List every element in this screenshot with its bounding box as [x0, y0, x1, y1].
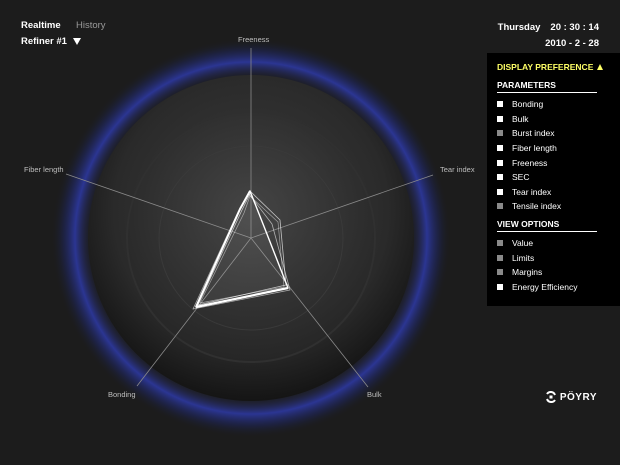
option-label: Margins [512, 267, 543, 278]
option-label: Limits [512, 252, 535, 263]
poyry-logo-icon [545, 391, 556, 403]
option-label: Tensile index [512, 201, 562, 212]
triangle-up-icon [597, 64, 604, 70]
option-label: Bulk [512, 113, 529, 124]
option-label: Fiber length [512, 143, 557, 154]
axis-label-fiber-length: Fiber length [24, 165, 64, 174]
checkbox-icon[interactable] [497, 269, 503, 276]
view-options-heading: VIEW OPTIONS [497, 219, 597, 232]
day-label: Thursday [497, 22, 541, 33]
axis-label-freeness: Freeness [238, 35, 270, 44]
parameter-option-burst-index[interactable]: Burst index [497, 126, 610, 141]
checkbox-icon[interactable] [497, 130, 503, 137]
option-label: Burst index [512, 128, 555, 139]
view-options-list: Value Limits Margins Energy Efficiency [497, 236, 610, 294]
display-preference-toggle[interactable]: DISPLAY PREFERENCE [497, 62, 610, 72]
parameter-option-sec[interactable]: SEC [497, 170, 610, 185]
checkbox-icon[interactable] [497, 283, 503, 290]
triangle-down-icon [72, 38, 81, 45]
parameter-option-freeness[interactable]: Freeness [497, 155, 610, 170]
option-label: Bonding [512, 99, 544, 110]
parameters-heading: PARAMETERS [497, 80, 597, 93]
display-preference-panel: DISPLAY PREFERENCE PARAMETERS Bonding Bul… [487, 53, 620, 306]
checkbox-icon[interactable] [497, 115, 503, 122]
brand-name: PÖYRY [559, 391, 597, 403]
parameter-option-tensile-index[interactable]: Tensile index [497, 199, 610, 214]
checkbox-icon[interactable] [497, 203, 503, 210]
tab-history[interactable]: History [76, 20, 106, 31]
parameter-option-fiber-length[interactable]: Fiber length [497, 141, 610, 156]
axis-label-bulk: Bulk [367, 390, 382, 399]
option-label: SEC [512, 172, 530, 183]
checkbox-icon[interactable] [497, 240, 503, 247]
view-option-limits[interactable]: Limits [497, 250, 610, 265]
axis-label-bonding: Bonding [108, 390, 136, 399]
date-label: 2010 - 2 - 28 [545, 38, 599, 49]
time-label: 20 : 30 : 14 [550, 22, 599, 33]
checkbox-icon[interactable] [497, 254, 503, 261]
checkbox-icon[interactable] [497, 174, 503, 181]
option-label: Tear index [512, 186, 552, 197]
option-label: Freeness [512, 157, 548, 168]
panel-title: DISPLAY PREFERENCE [497, 62, 594, 72]
view-option-margins[interactable]: Margins [497, 265, 610, 280]
option-label: Value [512, 238, 534, 249]
tab-realtime[interactable]: Realtime [21, 20, 61, 31]
parameter-option-tear-index[interactable]: Tear index [497, 185, 610, 200]
option-label: Energy Efficiency [512, 281, 578, 292]
refiner-label: Refiner #1 [21, 36, 67, 47]
parameter-option-bonding[interactable]: Bonding [497, 97, 610, 112]
checkbox-icon[interactable] [497, 159, 503, 166]
view-option-energy-efficiency[interactable]: Energy Efficiency [497, 280, 610, 295]
datetime-display: Thursday 20 : 30 : 14 2010 - 2 - 28 [498, 20, 599, 52]
parameter-option-bulk[interactable]: Bulk [497, 112, 610, 127]
refiner-dropdown[interactable]: Refiner #1 [21, 36, 81, 47]
axis-label-tear-index: Tear index [440, 165, 475, 174]
brand-logo: PÖYRY [545, 391, 597, 403]
checkbox-icon[interactable] [497, 145, 503, 152]
checkbox-icon[interactable] [497, 188, 503, 195]
checkbox-icon[interactable] [497, 101, 503, 108]
view-option-value[interactable]: Value [497, 236, 610, 251]
parameters-list: Bonding Bulk Burst index Fiber length Freene… [497, 97, 610, 214]
